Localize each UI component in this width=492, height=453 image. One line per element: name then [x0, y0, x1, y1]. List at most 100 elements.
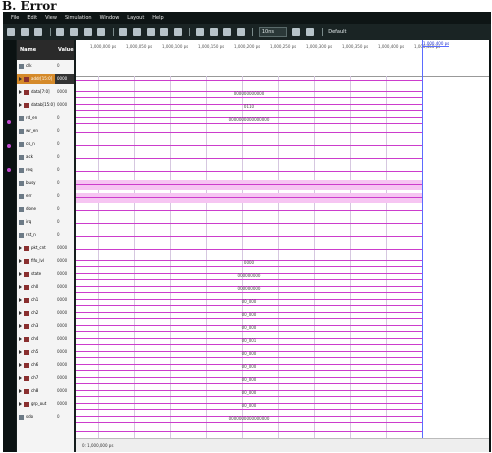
- zoom-fit-icon[interactable]: [146, 27, 155, 36]
- signal-waveform[interactable]: 00_000: [76, 362, 422, 372]
- signal-waveform[interactable]: 0110: [76, 102, 422, 112]
- signal-waveform[interactable]: 000000000: [76, 271, 422, 281]
- signal-waveform[interactable]: 00_001: [76, 336, 422, 346]
- signal-name-row[interactable]: data[7:0]: [17, 87, 55, 97]
- signal-waveform[interactable]: [76, 128, 422, 138]
- expand-arrow-icon[interactable]: [19, 389, 22, 393]
- cut-icon[interactable]: [83, 27, 92, 36]
- signal-waveform[interactable]: 00_000: [76, 323, 422, 333]
- expand-arrow-icon[interactable]: [19, 363, 22, 367]
- menu-item-file[interactable]: File: [11, 15, 19, 21]
- open-file-icon[interactable]: [20, 27, 29, 36]
- signal-name-row[interactable]: req: [17, 165, 55, 175]
- prev-edge-icon[interactable]: [160, 27, 169, 36]
- signal-waveform[interactable]: 00_000: [76, 310, 422, 320]
- signal-waveform[interactable]: [76, 154, 422, 164]
- menu-item-window[interactable]: Window: [100, 15, 120, 21]
- time-cursor[interactable]: [422, 40, 423, 452]
- signal-waveform[interactable]: [76, 427, 422, 437]
- signal-name-row[interactable]: err: [17, 191, 55, 201]
- signal-waveform[interactable]: 0000: [76, 258, 422, 268]
- signal-name-row[interactable]: busy: [17, 178, 55, 188]
- next-edge-icon[interactable]: [173, 27, 182, 36]
- expand-arrow-icon[interactable]: [19, 376, 22, 380]
- run-for-icon[interactable]: [292, 27, 301, 36]
- signal-name-row[interactable]: rd_en: [17, 113, 55, 123]
- signal-name-row[interactable]: ch3: [17, 321, 55, 331]
- expand-arrow-icon[interactable]: [19, 272, 22, 276]
- signal-waveform[interactable]: [76, 76, 422, 86]
- signal-waveform[interactable]: [76, 180, 422, 190]
- signal-name-row[interactable]: rst_n: [17, 230, 55, 240]
- redo-icon[interactable]: [69, 27, 78, 36]
- signal-name-row[interactable]: ch2: [17, 308, 55, 318]
- menu-item-edit[interactable]: Edit: [27, 15, 37, 21]
- signal-waveform[interactable]: 00_000: [76, 388, 422, 398]
- signal-name-row[interactable]: pkt_cnt: [17, 243, 55, 253]
- signal-name-row[interactable]: sdo: [17, 412, 55, 422]
- new-file-icon[interactable]: [7, 27, 15, 36]
- signal-name-row[interactable]: ch7: [17, 373, 55, 383]
- signal-name-row[interactable]: irq: [17, 217, 55, 227]
- expand-arrow-icon[interactable]: [19, 311, 22, 315]
- expand-arrow-icon[interactable]: [19, 77, 22, 81]
- signal-waveform[interactable]: 0000000000000000: [76, 414, 422, 424]
- restart-icon[interactable]: [223, 27, 232, 36]
- expand-arrow-icon[interactable]: [19, 285, 22, 289]
- name-column-header[interactable]: Name: [17, 40, 55, 60]
- signal-waveform[interactable]: [76, 167, 422, 177]
- signal-name-row[interactable]: grp_out: [17, 399, 55, 409]
- signal-waveform[interactable]: [76, 219, 422, 229]
- expand-arrow-icon[interactable]: [19, 402, 22, 406]
- save-icon[interactable]: [34, 27, 43, 36]
- menu-item-layout[interactable]: Layout: [127, 15, 144, 21]
- signal-waveform[interactable]: [76, 206, 422, 216]
- signal-name-row[interactable]: ch6: [17, 360, 55, 370]
- run-icon[interactable]: [236, 27, 245, 36]
- signal-name-row[interactable]: fifo_lvl: [17, 256, 55, 266]
- signal-name-row[interactable]: ack: [17, 152, 55, 162]
- signal-name-row[interactable]: datab[15:0]: [17, 100, 55, 110]
- signal-waveform[interactable]: 00_000: [76, 349, 422, 359]
- value-column-header[interactable]: Value: [55, 40, 74, 60]
- waveform-pane[interactable]: 1,000,000 ps 1,000,050 ps 1,000,100 ps 1,00…: [76, 40, 489, 452]
- menu-item-view[interactable]: View: [45, 15, 57, 21]
- expand-arrow-icon[interactable]: [19, 350, 22, 354]
- dock-dot-icon[interactable]: [7, 120, 11, 124]
- signal-name-row[interactable]: clk: [17, 61, 55, 71]
- add-marker-icon[interactable]: [195, 27, 204, 36]
- expand-arrow-icon[interactable]: [19, 337, 22, 341]
- signal-waveform[interactable]: [76, 193, 422, 203]
- zoom-in-icon[interactable]: [119, 27, 128, 36]
- expand-arrow-icon[interactable]: [19, 103, 22, 107]
- menu-item-simulation[interactable]: Simulation: [65, 15, 92, 21]
- expand-arrow-icon[interactable]: [19, 298, 22, 302]
- signal-name-row[interactable]: done: [17, 204, 55, 214]
- dock-dot-icon[interactable]: [7, 168, 11, 172]
- run-length-field[interactable]: 10ns: [258, 26, 287, 37]
- expand-arrow-icon[interactable]: [19, 246, 22, 250]
- menu-item-help[interactable]: Help: [152, 15, 163, 21]
- signal-waveform[interactable]: 00_000: [76, 297, 422, 307]
- signal-name-row[interactable]: ch0: [17, 282, 55, 292]
- undo-icon[interactable]: [56, 27, 65, 36]
- signal-waveform[interactable]: [76, 141, 422, 151]
- signal-name-row[interactable]: ch1: [17, 295, 55, 305]
- cursor-icon[interactable]: [209, 27, 218, 36]
- signal-name-row[interactable]: ch8: [17, 386, 55, 396]
- signal-name-row[interactable]: cs_n: [17, 139, 55, 149]
- signal-waveform[interactable]: 00_000: [76, 375, 422, 385]
- expand-arrow-icon[interactable]: [19, 90, 22, 94]
- expand-arrow-icon[interactable]: [19, 259, 22, 263]
- signal-name-row[interactable]: state: [17, 269, 55, 279]
- break-icon[interactable]: [306, 27, 315, 36]
- signal-name-row[interactable]: wr_en: [17, 126, 55, 136]
- signal-waveform[interactable]: [76, 232, 422, 242]
- signal-waveform[interactable]: 0000000000000000: [76, 115, 422, 125]
- copy-icon[interactable]: [97, 27, 106, 36]
- signal-waveform[interactable]: 00_000: [76, 401, 422, 411]
- signal-name-row[interactable]: ch4: [17, 334, 55, 344]
- signal-waveform[interactable]: 000000000000: [76, 89, 422, 99]
- expand-arrow-icon[interactable]: [19, 324, 22, 328]
- signal-name-row[interactable]: addr[15:0]: [17, 74, 55, 84]
